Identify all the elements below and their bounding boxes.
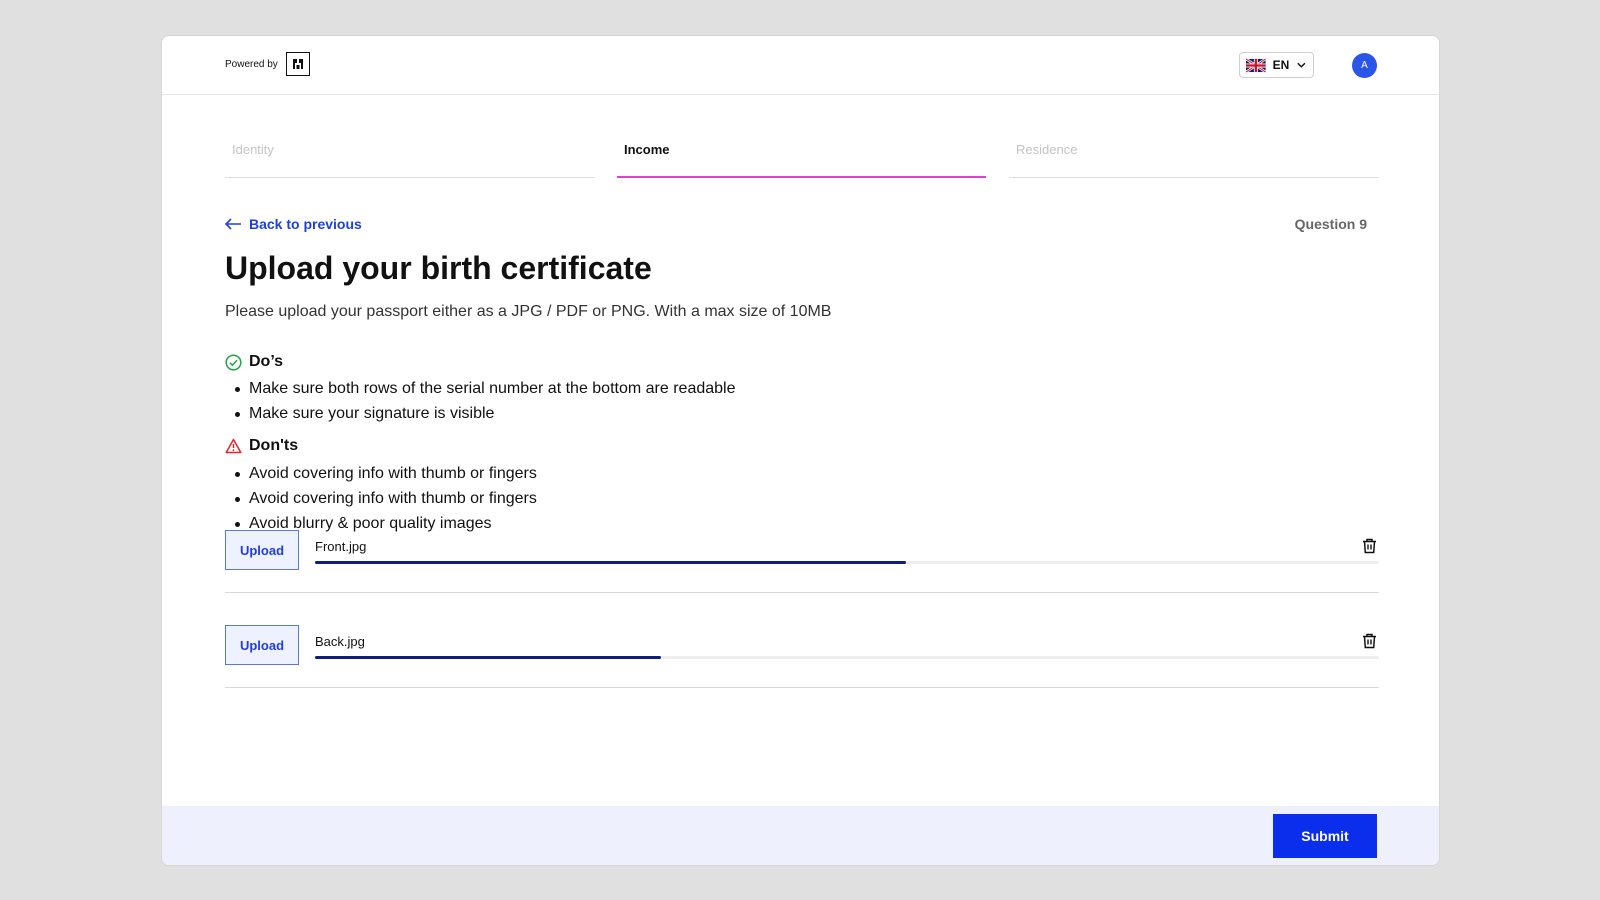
dos-list: Make sure both rows of the serial number… (225, 376, 735, 426)
file-name: Front.jpg (315, 539, 367, 554)
page-subtitle: Please upload your passport either as a … (225, 303, 832, 320)
upload-progress-bar (315, 656, 1379, 659)
step-label: Identity (232, 141, 274, 157)
trash-icon[interactable] (1359, 536, 1379, 556)
file-name: Back.jpg (315, 634, 365, 649)
upload-progress-fill (315, 561, 906, 564)
upload-button[interactable]: Upload (225, 625, 299, 665)
upload-row-back: Upload Back.jpg (225, 625, 1379, 688)
donts-heading-label: Don'ts (249, 437, 299, 454)
step-label: Income (624, 141, 670, 157)
footer-bar: Submit (162, 806, 1439, 865)
trash-icon[interactable] (1359, 631, 1379, 651)
list-item: Avoid covering info with thumb or finger… (225, 486, 537, 511)
back-link[interactable]: Back to previous (225, 216, 362, 232)
upload-progress-bar (315, 561, 1379, 564)
upload-card: Powered by EN A Identity Income Residenc… (161, 35, 1440, 866)
uk-flag-icon (1246, 57, 1266, 73)
powered-by-label: Powered by (225, 58, 278, 70)
step-identity[interactable]: Identity (225, 120, 595, 178)
upload-row-front: Upload Front.jpg (225, 530, 1379, 593)
submit-button[interactable]: Submit (1273, 814, 1377, 858)
donts-list: Avoid covering info with thumb or finger… (225, 461, 537, 536)
check-circle-icon (225, 353, 242, 371)
list-item: Avoid covering info with thumb or finger… (225, 461, 537, 486)
arrow-left-icon (225, 218, 241, 230)
step-income[interactable]: Income (617, 120, 986, 178)
top-bar: Powered by EN A (162, 36, 1439, 95)
language-code: EN (1272, 58, 1290, 72)
brand-logo-icon (285, 52, 310, 76)
question-counter: Question 9 (1294, 216, 1367, 232)
avatar[interactable]: A (1352, 53, 1377, 78)
warning-triangle-icon (225, 438, 242, 454)
list-item: Make sure both rows of the serial number… (225, 376, 735, 401)
list-item: Make sure your signature is visible (225, 401, 735, 426)
powered-by: Powered by (225, 52, 310, 76)
step-residence[interactable]: Residence (1009, 120, 1379, 178)
dos-heading: Do’s (225, 353, 283, 371)
step-label: Residence (1016, 141, 1078, 157)
page-title: Upload your birth certificate (225, 250, 652, 286)
language-selector[interactable]: EN (1239, 52, 1314, 78)
upload-button[interactable]: Upload (225, 530, 299, 570)
chevron-down-icon (1297, 62, 1306, 68)
upload-progress-fill (315, 656, 661, 659)
progress-steps: Identity Income Residence (225, 120, 1379, 178)
back-label: Back to previous (249, 216, 362, 232)
dos-heading-label: Do’s (249, 353, 284, 370)
donts-heading: Don'ts (225, 437, 298, 455)
